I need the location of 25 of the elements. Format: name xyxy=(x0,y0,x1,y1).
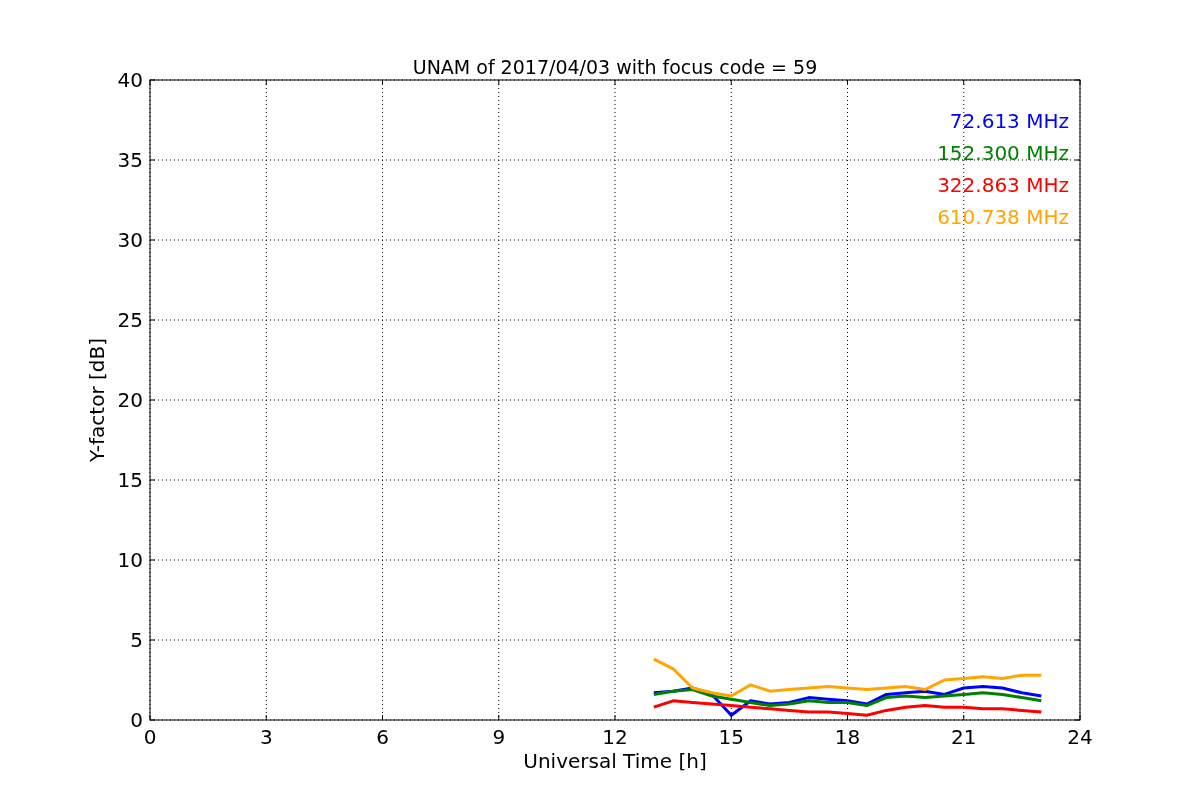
x-axis-label: Universal Time [h] xyxy=(523,749,707,773)
x-tick-label: 12 xyxy=(602,725,628,749)
y-tick-label: 30 xyxy=(117,228,143,252)
y-axis-label: Y-factor [dB] xyxy=(85,338,109,462)
y-tick-label: 40 xyxy=(117,68,143,92)
y-tick-label: 10 xyxy=(117,548,143,572)
legend-label: 610.738 MHz xyxy=(937,205,1069,229)
x-tick-label: 18 xyxy=(834,725,861,749)
x-tick-label: 15 xyxy=(718,725,744,749)
y-tick-label: 0 xyxy=(130,708,143,732)
chart-title: UNAM of 2017/04/03 with focus code = 59 xyxy=(412,56,818,78)
y-tick-label: 5 xyxy=(130,628,143,652)
x-tick-label: 3 xyxy=(259,725,273,749)
legend-label: 72.613 MHz xyxy=(949,109,1069,133)
y-tick-label: 20 xyxy=(117,388,143,412)
legend-label: 152.300 MHz xyxy=(937,141,1069,165)
x-tick-label: 9 xyxy=(492,725,506,749)
y-tick-label: 35 xyxy=(117,148,143,172)
legend-label: 322.863 MHz xyxy=(937,173,1069,197)
x-tick-label: 0 xyxy=(143,725,157,749)
x-tick-label: 21 xyxy=(951,725,977,749)
x-tick-label: 24 xyxy=(1067,725,1093,749)
y-tick-label: 25 xyxy=(117,308,143,332)
y-tick-label: 15 xyxy=(117,468,143,492)
x-tick-label: 6 xyxy=(376,725,389,749)
